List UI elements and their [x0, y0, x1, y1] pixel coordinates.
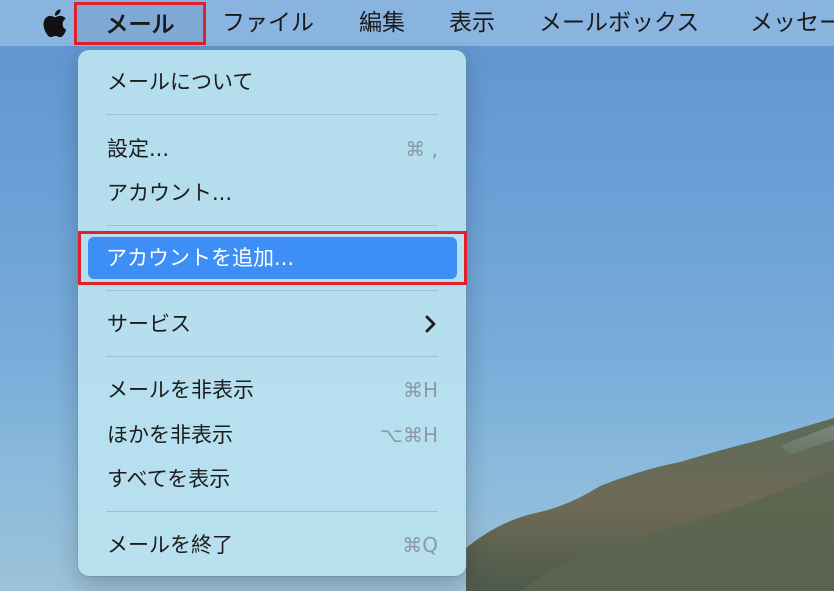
menu-separator	[106, 225, 438, 226]
hide-others-shortcut: ⌥⌘H	[379, 423, 438, 447]
settings-shortcut: ⌘ ,	[405, 137, 438, 161]
menu-item-about[interactable]: メールについて	[107, 65, 438, 99]
menu-item-settings-label: 設定...	[107, 137, 170, 161]
menu-item-services[interactable]: サービス	[107, 307, 438, 341]
menu-bar-file[interactable]: ファイル	[222, 0, 314, 46]
menu-item-services-label: サービス	[107, 312, 191, 336]
menu-item-hide-label: メールを非表示	[107, 378, 254, 402]
menu-bar-mail[interactable]: メール	[74, 2, 206, 45]
menu-separator	[106, 511, 438, 512]
menu-bar-message[interactable]: メッセー	[750, 0, 834, 46]
menu-item-about-label: メールについて	[107, 70, 254, 94]
menu-item-quit-label: メールを終了	[107, 533, 233, 557]
menu-item-accounts-label: アカウント...	[107, 181, 233, 205]
menu-bar-view[interactable]: 表示	[449, 0, 495, 46]
menu-item-show-all-label: すべてを表示	[107, 467, 231, 491]
apple-logo-icon[interactable]	[38, 6, 68, 40]
menu-separator	[106, 290, 438, 291]
menu-item-hide[interactable]: メールを非表示 ⌘H	[107, 373, 438, 407]
menu-item-quit[interactable]: メールを終了 ⌘Q	[107, 528, 438, 562]
menu-item-hide-others-label: ほかを非表示	[107, 423, 233, 447]
menu-bar-edit[interactable]: 編集	[359, 0, 405, 46]
menu-separator	[106, 356, 438, 357]
menu-bar-mailbox[interactable]: メールボックス	[539, 0, 699, 46]
menu-item-show-all[interactable]: すべてを表示	[107, 462, 438, 496]
menu-item-settings[interactable]: 設定... ⌘ ,	[107, 132, 438, 166]
mail-app-menu: メールについて 設定... ⌘ , アカウント... サービス メールを非表示 …	[78, 50, 466, 576]
annotation-highlight-box	[78, 231, 467, 285]
hide-shortcut: ⌘H	[402, 378, 438, 402]
menu-item-accounts[interactable]: アカウント...	[107, 176, 438, 210]
menu-item-hide-others[interactable]: ほかを非表示 ⌥⌘H	[107, 418, 438, 452]
quit-shortcut: ⌘Q	[402, 533, 438, 557]
menu-bar: メール ファイル 編集 表示 メールボックス メッセー	[0, 0, 834, 46]
menu-separator	[106, 114, 438, 115]
chevron-right-icon	[425, 315, 436, 333]
